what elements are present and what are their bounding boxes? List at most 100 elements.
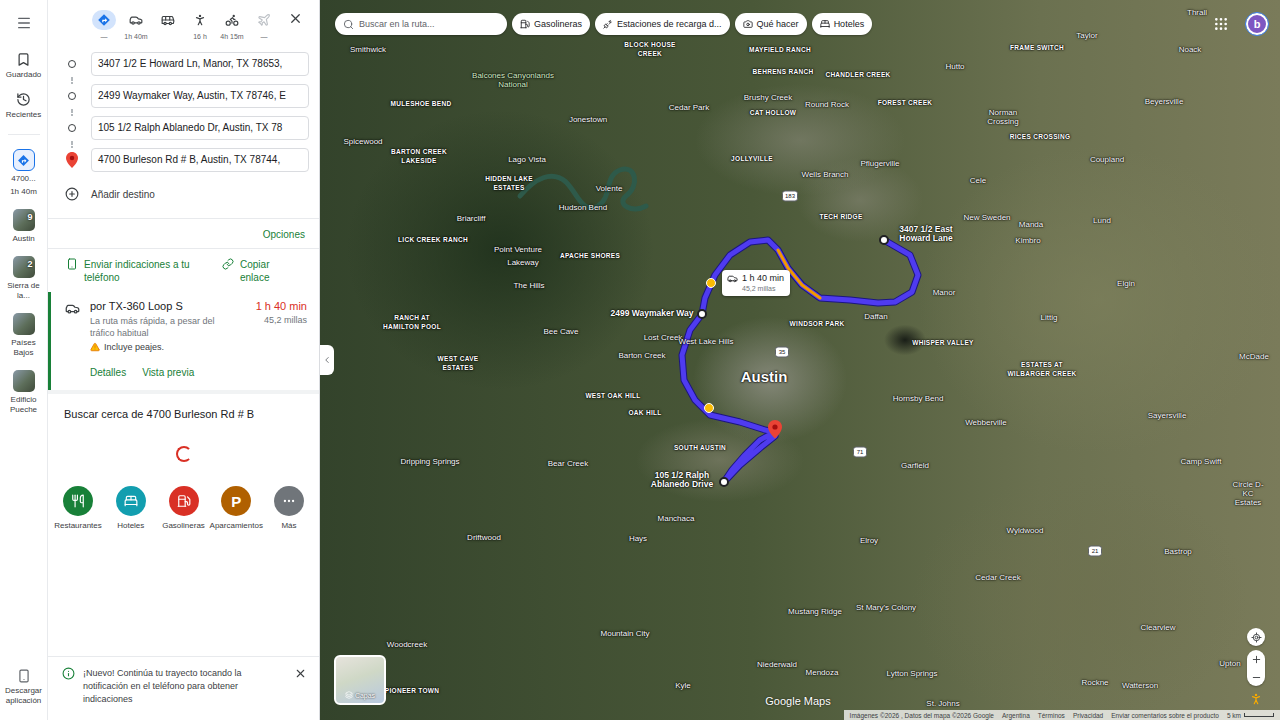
map-label: Barton Creek [618,351,665,360]
travel-modes: —1h 40m16 h4h 15m— [48,0,319,42]
rail-item[interactable]: Guardado [0,50,48,90]
menu-button[interactable] [12,12,36,34]
category-button[interactable]: PAparcamientos [210,486,262,531]
map-label: FRAME SWITCH [1010,43,1064,52]
waypoint-marker [48,60,91,68]
waypoint-connector [48,76,91,84]
route-link[interactable]: Vista previa [142,367,194,378]
zoom-in-button[interactable] [1247,650,1265,668]
footer-link[interactable]: Privacidad [1073,712,1103,719]
filter-chip[interactable]: Estaciones de recarga d... [595,13,730,35]
waypoint-dot[interactable] [880,236,888,244]
download-app[interactable]: Descargar aplicación [2,669,46,720]
chip-label: Gasolineras [534,19,582,29]
apps-button[interactable] [1213,16,1229,32]
recent-item[interactable]: 4700...1h 40m [0,147,48,207]
footer-link[interactable]: Argentina [1002,712,1030,719]
map-label: Kimbro [1015,236,1040,245]
map-label: PIONEER TOWN [385,686,439,695]
filter-chip[interactable]: Qué hacer [735,13,807,35]
map-label: Cedar Creek [975,573,1020,582]
waypoint-input[interactable]: 2499 Waymaker Way, Austin, TX 78746, E [91,84,309,108]
route-callout[interactable]: 1 h 40 min45,2 millas [722,270,790,296]
account-avatar[interactable]: b [1246,13,1268,35]
travel-mode[interactable]: — [248,10,280,41]
travel-mode[interactable]: 16 h [184,10,216,41]
category-button[interactable]: Más [263,486,315,531]
waypoint-input[interactable]: 3407 1/2 E Howard Ln, Manor, TX 78653, [91,52,309,76]
add-destination[interactable]: Añadir destino [48,178,309,210]
map-label: Hornsby Bend [893,394,944,403]
share-phone[interactable]: Enviar indicaciones a tu teléfono [66,258,204,284]
layers-button[interactable]: Capas [334,655,386,705]
toll-marker[interactable] [705,404,714,413]
footer-link[interactable]: Enviar comentarios sobre el producto [1111,712,1219,719]
destination-pin-icon[interactable] [768,420,782,439]
travel-mode[interactable]: 1h 40m [120,10,152,41]
travel-mode-label: 4h 15m [220,32,243,41]
map-label: Hays [629,534,647,543]
toll-marker[interactable] [707,279,716,288]
google-maps-logo: Google Maps [765,695,830,707]
recent-item[interactable]: Edificio Pueche [0,368,48,425]
waypoint-connector [48,108,91,116]
route-line[interactable] [682,240,918,482]
walk-icon [193,13,207,27]
route-link[interactable]: Detalles [90,367,126,378]
collapse-panel-button[interactable] [320,345,334,375]
route-warning-text: Incluye peajes. [104,342,164,352]
route-search[interactable]: Buscar en la ruta... [335,13,507,35]
hotel-icon [124,494,138,508]
map-label: CHANDLER CREEK [825,70,890,79]
travel-mode[interactable]: — [88,10,120,41]
waypoint-input[interactable]: 105 1/2 Ralph Ablanedo Dr, Austin, TX 78 [91,116,309,140]
map-label: WEST OAK HILL [585,391,640,400]
river [520,169,646,209]
recent-photo [13,370,35,392]
waypoint-dot[interactable] [698,310,706,318]
category-button[interactable]: Hoteles [105,486,157,531]
category-button[interactable]: Gasolineras [158,486,210,531]
my-location-button[interactable] [1247,628,1265,646]
filter-chip[interactable]: Hoteles [812,13,873,35]
map-label: Bastrop [1164,547,1192,556]
route-distance: 45,2 millas [264,315,307,325]
route-card[interactable]: por TX-360 Loop S1 h 40 minLa ruta más r… [48,292,319,390]
waypoint-dot[interactable] [720,478,728,486]
map-label: WEST CAVE ESTATES [422,354,494,372]
map-label: BEHRENS RANCH [753,67,814,76]
footer-link[interactable]: Términos [1038,712,1065,719]
rail-divider [8,134,40,135]
recent-photo [13,313,35,335]
map-label: Manor [933,288,956,297]
travel-mode[interactable]: 4h 15m [216,10,248,41]
category-circle [63,486,93,516]
share-link[interactable]: Copiar enlace [222,258,288,284]
travel-mode[interactable] [152,10,184,41]
filter-chip[interactable]: Gasolineras [512,13,590,35]
street-view-pegman[interactable] [1249,692,1263,706]
banner-close[interactable] [294,667,307,680]
scale-bar [1244,713,1274,717]
zoom-out-button[interactable] [1247,668,1265,686]
map-label: Bee Cave [543,327,578,336]
recent-item[interactable]: 9Austin [0,207,48,254]
category-button[interactable]: Restaurantes [52,486,104,531]
map-label: 2499 Waymaker Way [610,309,693,318]
recent-item[interactable]: Países Bajos [0,311,48,368]
map-label: Webberville [965,418,1007,427]
map-label: Watterson [1122,681,1158,690]
directions-panel: —1h 40m16 h4h 15m—3407 1/2 E Howard Ln, … [48,0,320,720]
options-button[interactable]: Opciones [263,229,305,240]
recent-thumb: 2 [13,256,35,278]
recent-item[interactable]: 2Sierra de la... [0,254,48,311]
close-button[interactable] [288,11,303,26]
map-scale[interactable]: 5 km [1227,712,1274,719]
map-label: Wyldwood [1007,526,1044,535]
rail-item[interactable]: Recientes [0,90,48,130]
map[interactable]: 183357121SmithwickBalcones Canyonlands N… [320,0,1280,720]
share-label: Copiar enlace [240,258,288,284]
info-icon [62,667,75,680]
footer-link[interactable]: Imágenes ©2026 , Datos del mapa ©2026 Go… [850,712,994,719]
waypoint-input[interactable]: 4700 Burleson Rd # B, Austin, TX 78744, [91,148,309,172]
